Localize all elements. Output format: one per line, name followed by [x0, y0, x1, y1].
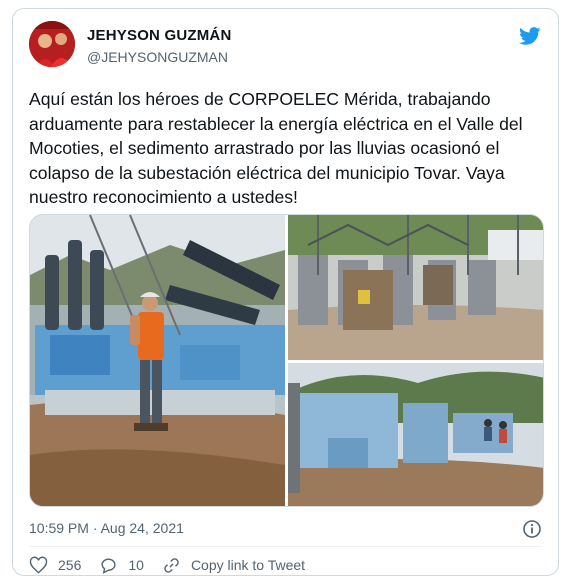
info-icon[interactable] [522, 519, 542, 539]
avatar[interactable] [29, 21, 75, 67]
reply-button[interactable]: 10 [99, 556, 144, 575]
tweet-timestamp[interactable]: 10:59 PM · Aug 24, 2021 [29, 520, 184, 536]
like-button[interactable]: 256 [29, 556, 81, 575]
photo-transformer-row[interactable] [288, 215, 543, 360]
author-handle[interactable]: @JEHYSONGUZMAN [87, 49, 228, 65]
reply-count: 10 [128, 557, 144, 573]
tweet-text: Aquí están los héroes de CORPOELEC Mérid… [29, 89, 523, 207]
like-count: 256 [58, 557, 82, 573]
author-name[interactable]: JEHYSON GUZMÁN [87, 27, 231, 44]
photo-worker-transformer[interactable] [30, 215, 285, 506]
copy-link-button[interactable]: Copy link to Tweet [162, 556, 305, 575]
action-bar: 256 10 Copy link to Tweet [29, 555, 323, 575]
divider [29, 546, 542, 547]
twitter-bird-icon[interactable] [518, 25, 542, 47]
tweet-card: JEHYSON GUZMÁN @JEHYSONGUZMAN Aquí están… [12, 8, 559, 576]
link-icon [164, 557, 179, 573]
copy-link-label: Copy link to Tweet [190, 557, 306, 573]
reply-bubble-icon [101, 557, 116, 574]
heart-icon [29, 556, 48, 574]
tweet-media[interactable] [29, 214, 544, 507]
photo-blue-units[interactable] [288, 363, 543, 506]
